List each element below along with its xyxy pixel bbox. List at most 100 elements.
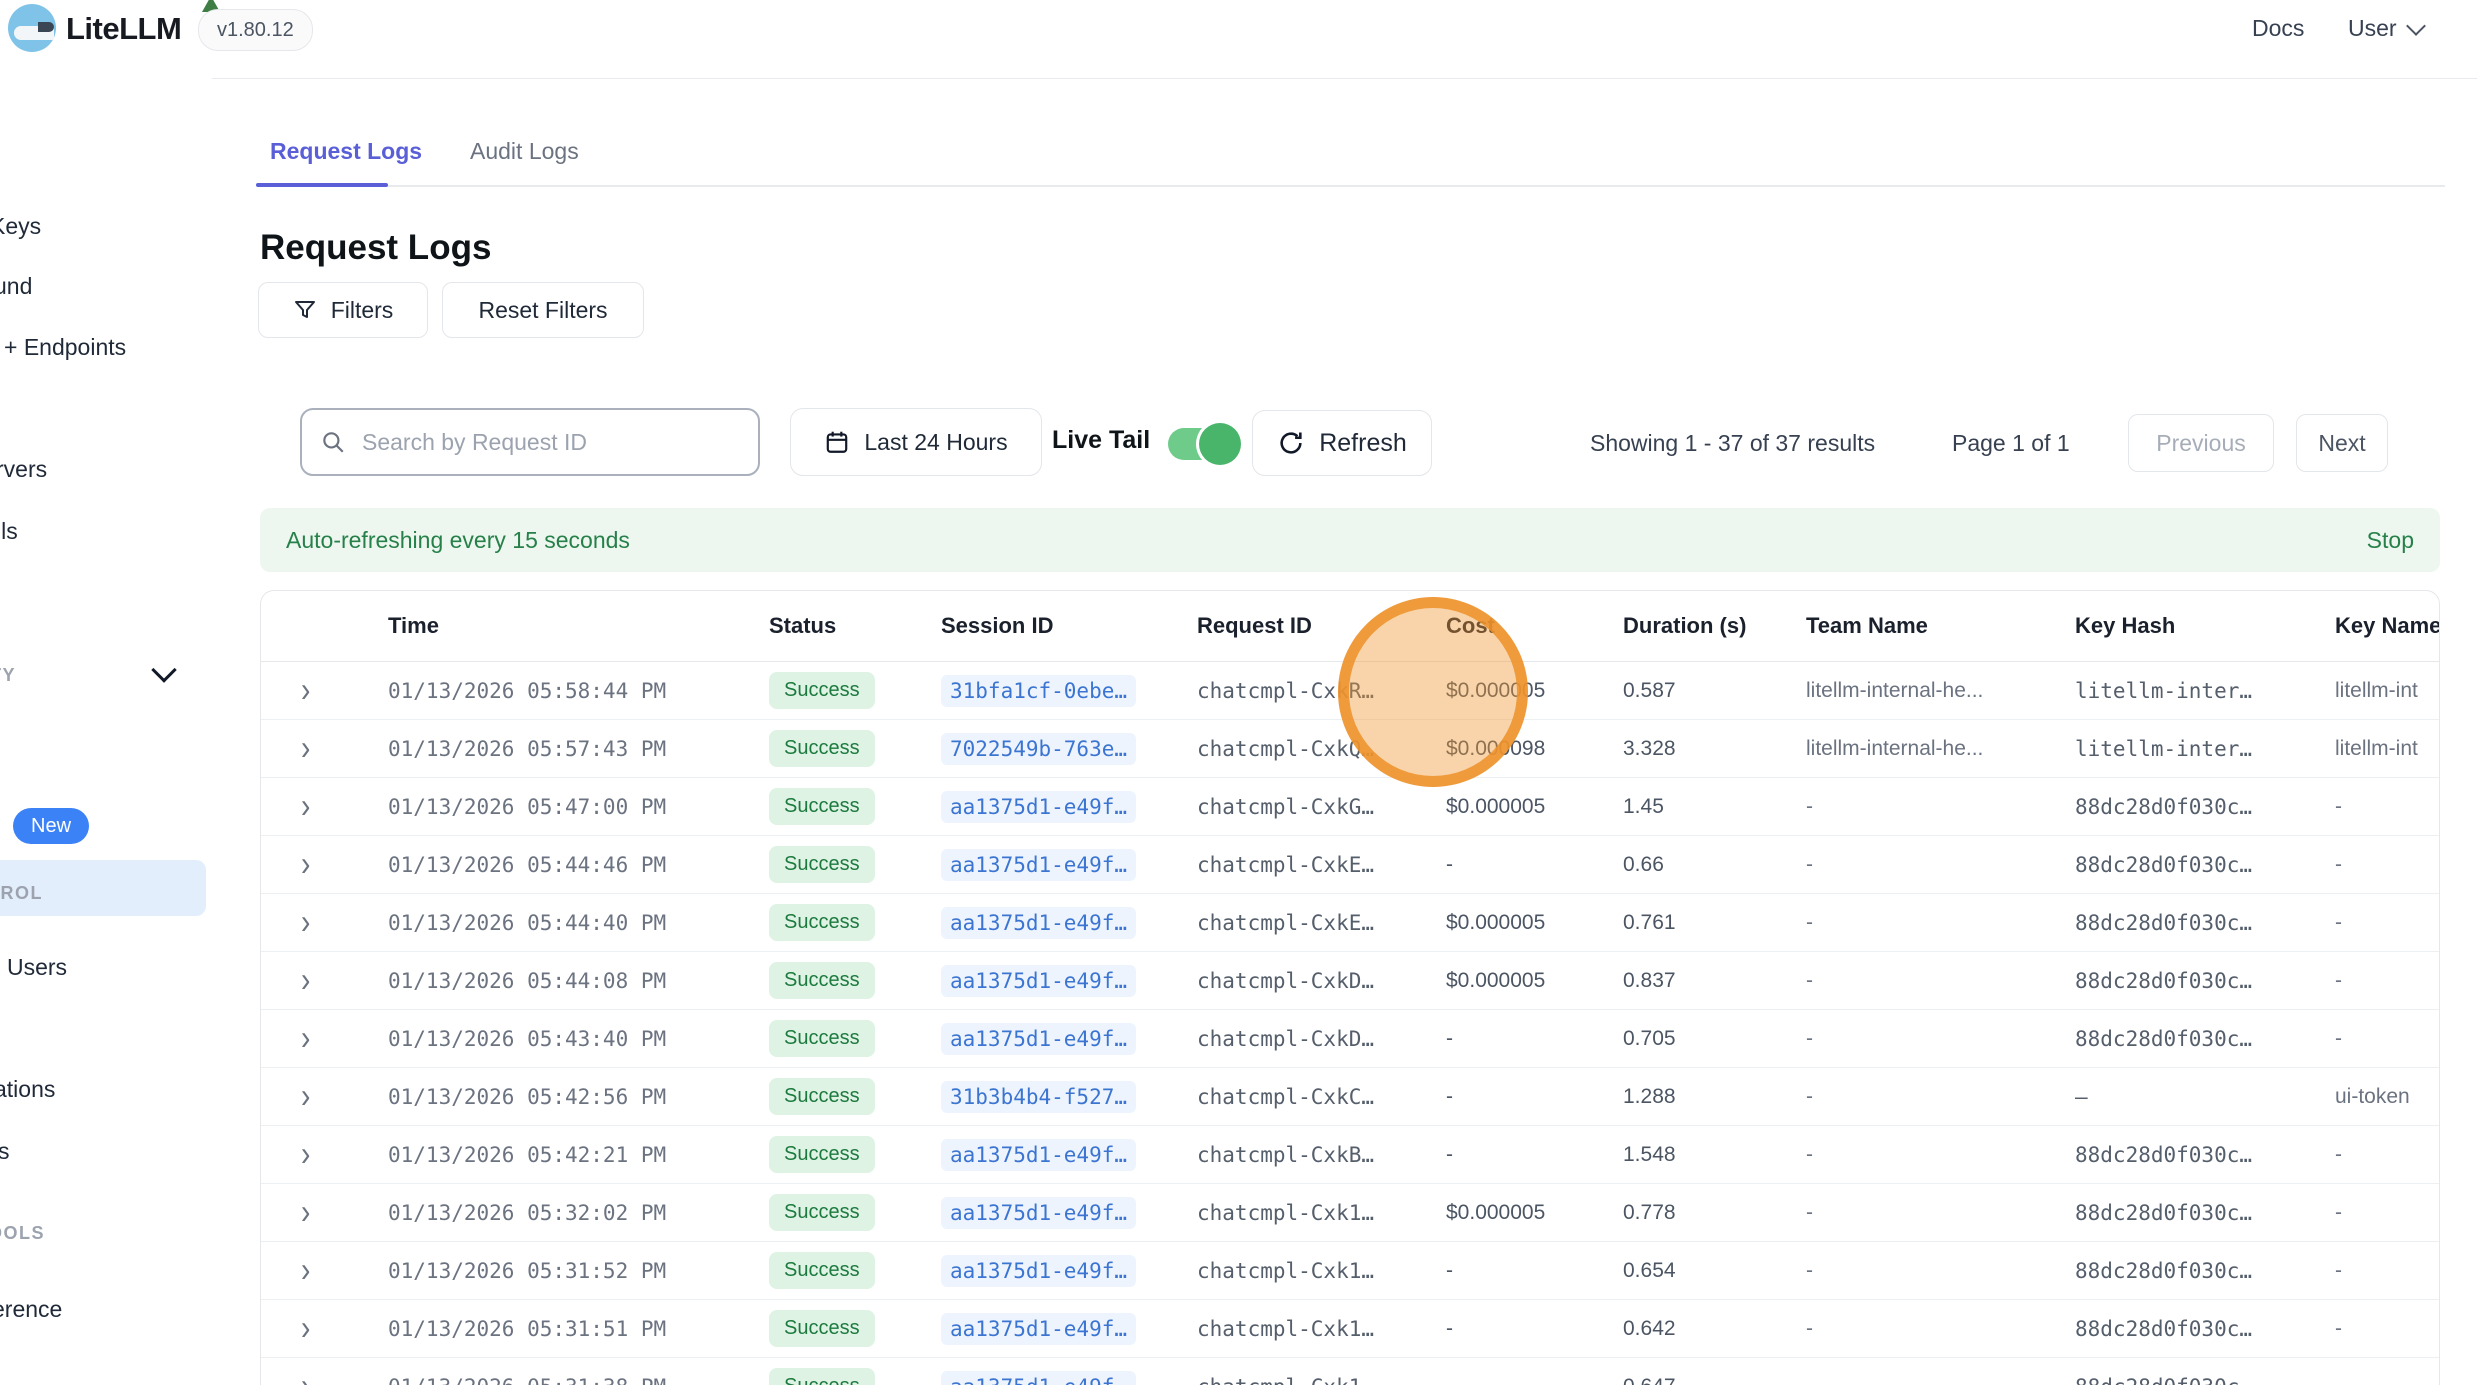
sidebar-collapse-chevron-icon[interactable] [151, 657, 176, 682]
expand-chevron-icon[interactable]: › [261, 1137, 310, 1172]
expand-chevron-icon[interactable]: › [261, 1311, 310, 1346]
cell-request-id: chatcmpl-CxkR… [1197, 662, 1446, 720]
cell-team: - [1806, 1068, 2075, 1126]
col-expander [261, 591, 388, 662]
sidebar-item-keys[interactable]: Keys [0, 213, 41, 240]
session-id-link[interactable]: aa1375d1-e49f… [941, 791, 1136, 823]
expand-chevron-icon[interactable]: › [261, 1253, 310, 1288]
previous-page-button[interactable]: Previous [2128, 414, 2274, 472]
cell-team: - [1806, 1126, 2075, 1184]
session-id-link[interactable]: aa1375d1-e49f… [941, 1313, 1136, 1345]
cell-duration: 1.548 [1623, 1126, 1806, 1184]
table-row[interactable]: ›01/13/2026 05:31:51 PMSuccessaa1375d1-e… [261, 1300, 2439, 1358]
expand-chevron-icon[interactable]: › [261, 1079, 310, 1114]
sidebar-item-servers[interactable]: rvers [0, 456, 47, 483]
user-menu[interactable]: User [2348, 15, 2423, 42]
session-id-link[interactable]: aa1375d1-e49f… [941, 907, 1136, 939]
table-row[interactable]: ›01/13/2026 05:47:00 PMSuccessaa1375d1-e… [261, 778, 2439, 836]
version-badge: v1.80.12 [198, 9, 313, 51]
table-row[interactable]: ›01/13/2026 05:57:43 PMSuccess7022549b-7… [261, 720, 2439, 778]
chevron-down-icon [2406, 16, 2426, 36]
session-id-link[interactable]: aa1375d1-e49f… [941, 1255, 1136, 1287]
sidebar-item-guardrails[interactable]: ils [0, 518, 18, 545]
cell-status: Success [769, 1184, 941, 1242]
cell-team: - [1806, 778, 2075, 836]
table-row[interactable]: ›01/13/2026 05:42:56 PMSuccess31b3b4b4-f… [261, 1068, 2439, 1126]
live-tail-toggle[interactable] [1168, 428, 1238, 460]
cell-status: Success [769, 1010, 941, 1068]
expand-chevron-icon[interactable]: › [261, 905, 310, 940]
status-badge: Success [769, 730, 875, 767]
tab-request-logs[interactable]: Request Logs [270, 138, 422, 165]
expand-chevron-icon[interactable]: › [261, 789, 310, 824]
table-row[interactable]: › 01/13/2026 05:32:02 PMSuccess aa1375d1-e… [261, 1184, 2439, 1242]
sidebar-item-playground[interactable]: und [0, 273, 32, 300]
table-row[interactable]: ›01/13/2026 05:44:46 PMSuccessaa1375d1-e… [261, 836, 2439, 894]
sidebar-item-models-endpoints[interactable]: + Endpoints [4, 334, 126, 361]
cell-key-name: - [2335, 1126, 2439, 1184]
expand-chevron-icon[interactable]: › [261, 1195, 310, 1230]
table-row[interactable]: ›01/13/2026 05:42:21 PMSuccessaa1375d1-e… [261, 1126, 2439, 1184]
cell-status: Success [769, 720, 941, 778]
expand-chevron-icon[interactable]: › [261, 731, 310, 766]
page-indicator: Page 1 of 1 [1952, 430, 2070, 457]
cell-time: 01/13/2026 05:32:02 PM [388, 1184, 769, 1242]
table-row[interactable]: ›01/13/2026 05:58:44 PMSuccess31bfa1cf-0… [261, 662, 2439, 720]
reset-filters-button[interactable]: Reset Filters [442, 282, 644, 338]
cell-session: aa1375d1-e49f… [941, 1242, 1197, 1300]
cell-status: Success [769, 836, 941, 894]
session-id-link[interactable]: aa1375d1-e49f… [941, 1023, 1136, 1055]
session-id-link[interactable]: 7022549b-763e… [941, 733, 1136, 765]
funnel-icon [293, 298, 317, 322]
cell-cost: - [1446, 1126, 1623, 1184]
status-badge: Success [769, 1252, 875, 1289]
status-badge: Success [769, 1194, 875, 1231]
sidebar-item-organizations[interactable]: ations [0, 1076, 55, 1103]
time-range-button[interactable]: Last 24 Hours [790, 408, 1042, 476]
tab-audit-logs[interactable]: Audit Logs [470, 138, 579, 165]
expand-chevron-icon[interactable]: › [261, 963, 310, 998]
status-badge: Success [769, 846, 875, 883]
top-bar: LiteLLM v1.80.12 Docs User [0, 0, 2477, 79]
docs-link[interactable]: Docs [2252, 15, 2304, 42]
search-box[interactable] [300, 408, 760, 476]
sidebar: Keys und + Endpoints rvers ils TY New TR… [0, 78, 212, 1385]
session-id-link[interactable]: aa1375d1-e49f… [941, 1371, 1136, 1385]
cell-time: 01/13/2026 05:58:44 PM [388, 662, 769, 720]
cell-session: 31b3b4b4-f527… [941, 1068, 1197, 1126]
expand-chevron-icon[interactable]: › [261, 1021, 310, 1056]
session-id-link[interactable]: 31bfa1cf-0ebe… [941, 675, 1136, 707]
session-id-link[interactable]: aa1375d1-e49f… [941, 965, 1136, 997]
toggle-knob [1199, 423, 1241, 465]
table-row[interactable]: ›01/13/2026 05:31:52 PMSuccessaa1375d1-e… [261, 1242, 2439, 1300]
refresh-label: Refresh [1319, 429, 1407, 458]
next-page-button[interactable]: Next [2296, 414, 2388, 472]
sidebar-item-reference[interactable]: erence [0, 1296, 62, 1323]
sidebar-item-teams[interactable]: s [0, 1138, 10, 1165]
session-id-link[interactable]: aa1375d1-e49f… [941, 1197, 1136, 1229]
expand-chevron-icon[interactable]: › [261, 673, 310, 708]
calendar-icon [824, 429, 850, 455]
cell-cost: - [1446, 1358, 1623, 1385]
table-row[interactable]: ›01/13/2026 05:44:08 PMSuccessaa1375d1-e… [261, 952, 2439, 1010]
session-id-link[interactable]: 31b3b4b4-f527… [941, 1081, 1136, 1113]
filters-button[interactable]: Filters [258, 282, 428, 338]
cell-duration: 0.647 [1623, 1358, 1806, 1385]
cell-status: Success [769, 952, 941, 1010]
session-id-link[interactable]: aa1375d1-e49f… [941, 1139, 1136, 1171]
search-input[interactable] [360, 428, 740, 457]
stop-auto-refresh-link[interactable]: Stop [2367, 527, 2414, 554]
sidebar-item-users[interactable]: Users [7, 954, 67, 981]
expand-chevron-icon[interactable]: › [261, 847, 310, 882]
refresh-button[interactable]: Refresh [1252, 410, 1432, 476]
cell-time: 01/13/2026 05:43:40 PM [388, 1010, 769, 1068]
cell-duration: 0.837 [1623, 952, 1806, 1010]
table-row[interactable]: › 01/13/2026 05:43:40 PMSuccessaa1375d1-e… [261, 1010, 2439, 1068]
table-row[interactable]: ›01/13/2026 05:44:40 PMSuccessaa1375d1-e… [261, 894, 2439, 952]
cell-time: 01/13/2026 05:44:40 PM [388, 894, 769, 952]
expand-chevron-icon[interactable]: › [261, 1369, 310, 1385]
cell-duration: 3.328 [1623, 720, 1806, 778]
cell-cost: - [1446, 1300, 1623, 1358]
table-row[interactable]: ›01/13/2026 05:31:38 PMSuccessaa1375d1-e… [261, 1358, 2439, 1385]
session-id-link[interactable]: aa1375d1-e49f… [941, 849, 1136, 881]
